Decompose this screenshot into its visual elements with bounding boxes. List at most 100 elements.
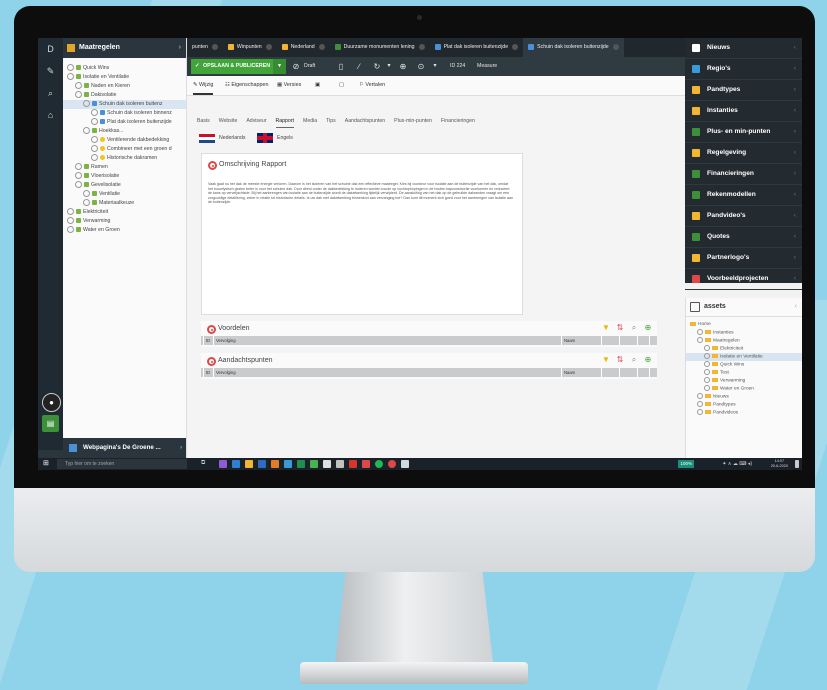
windows-start-icon[interactable]: ⊞ (43, 460, 51, 468)
task-view-icon[interactable]: ⧉ (201, 460, 209, 468)
tree-node[interactable]: Verwarming (63, 217, 186, 226)
right-panel-item[interactable]: Rekenmodellen ‹ (685, 185, 802, 206)
content-tab[interactable]: Plus-min-punten (394, 115, 432, 127)
battery-badge[interactable]: 100% (678, 460, 694, 468)
right-panel-item[interactable]: Regio's ‹ (685, 59, 802, 80)
arrow-left-icon[interactable]: ‹ (794, 122, 796, 142)
tree-node[interactable]: Schuin dak isoleren buitenz (63, 100, 186, 109)
tools-icon[interactable]: ✎ (38, 60, 63, 82)
expand-toggle-icon[interactable] (75, 163, 82, 171)
search-icon[interactable]: ⌕ (629, 355, 639, 365)
column-id[interactable]: ID (203, 368, 210, 377)
tree-node[interactable]: Materiaalkeuze (63, 199, 186, 208)
tree-node[interactable]: Water en Groen (63, 226, 186, 235)
add-icon[interactable]: ⊕ (643, 323, 653, 333)
asset-node[interactable]: Pandvideos (686, 409, 802, 417)
tree-node[interactable]: Naden en Kieren (63, 82, 186, 91)
tab-preview[interactable]: ▢ (339, 76, 344, 95)
tree-node[interactable]: Hoekkas... (63, 127, 186, 136)
chevron-down-icon[interactable]: ▾ (273, 59, 286, 74)
expand-toggle-icon[interactable] (704, 353, 710, 359)
app-icon[interactable] (271, 460, 279, 468)
asset-node[interactable]: Test (686, 369, 802, 377)
expand-toggle-icon[interactable] (83, 127, 90, 135)
expand-toggle-icon[interactable] (91, 118, 98, 126)
search-icon[interactable]: ⌕ (629, 323, 639, 333)
editor-tab[interactable]: Nederland (277, 38, 330, 57)
grid-icon[interactable]: ▤ (42, 415, 59, 432)
tree-node[interactable]: Elektriciteit (63, 208, 186, 217)
asset-node[interactable]: Pandtypes (686, 401, 802, 409)
content-tab[interactable]: Basis (197, 115, 210, 127)
chevron-down-icon[interactable]: ▾ (383, 59, 395, 74)
expand-toggle-icon[interactable] (75, 82, 82, 90)
tree-footer[interactable]: Webpagina's De Groene ... › (63, 438, 186, 458)
close-tab-icon[interactable] (318, 43, 325, 50)
expand-toggle-icon[interactable] (67, 208, 74, 216)
arrow-left-icon[interactable]: ‹ (794, 185, 796, 205)
arrow-left-icon[interactable]: ‹ (794, 101, 796, 121)
right-panel-item[interactable]: Plus- en min-punten ‹ (685, 122, 802, 143)
close-tab-icon[interactable] (418, 43, 425, 50)
add-icon[interactable]: ⊕ (397, 59, 409, 74)
arrow-left-icon[interactable]: ‹ (794, 38, 796, 58)
spotify-icon[interactable] (375, 460, 383, 468)
arrow-right-icon[interactable]: › (179, 38, 181, 58)
filter-icon[interactable]: ▼ (601, 355, 611, 365)
asset-node[interactable]: Instanties (686, 329, 802, 337)
column-vervolging[interactable]: Vervolging (213, 368, 236, 377)
history-icon[interactable]: ⊙ (415, 59, 427, 74)
tab-versies[interactable]: ▦ Versies (277, 76, 301, 95)
app-icon[interactable] (219, 460, 227, 468)
close-tab-icon[interactable] (265, 43, 272, 50)
tree-node[interactable]: Ramen (63, 163, 186, 172)
expand-toggle-icon[interactable] (83, 199, 90, 207)
app-icon[interactable] (362, 460, 370, 468)
app-icon[interactable] (258, 460, 266, 468)
asset-node[interactable]: Verwarming (686, 377, 802, 385)
right-panel-item[interactable]: Nieuws ‹ (685, 38, 802, 59)
column-id[interactable]: ID (203, 336, 210, 345)
sort-icon[interactable]: ⇅ (615, 323, 625, 333)
language-en[interactable]: Engels (255, 132, 293, 144)
expand-toggle-icon[interactable] (91, 154, 98, 162)
content-tab[interactable]: Media (303, 115, 317, 127)
column-naam[interactable]: Naam (561, 336, 575, 345)
language-nl[interactable]: Nederlands (197, 132, 246, 144)
tree-node[interactable]: Quick Wins (63, 64, 186, 73)
arrow-left-icon[interactable]: ‹ (794, 143, 796, 163)
tree-node[interactable]: Schuin dak isoleren binnenz (63, 109, 186, 118)
expand-toggle-icon[interactable] (75, 181, 82, 189)
tree-node[interactable]: Historische dakramen (63, 154, 186, 163)
asset-node[interactable]: Water en Groen (686, 385, 802, 393)
column-vervolging[interactable]: Vervolging (213, 336, 236, 345)
arrow-left-icon[interactable]: ‹ (795, 298, 797, 316)
arrow-left-icon[interactable]: ‹ (794, 206, 796, 226)
save-publish-button[interactable]: ✓ OPSLAAN & PUBLICEREN ▾ (191, 59, 286, 74)
app-icon[interactable] (336, 460, 344, 468)
draft-label[interactable]: Draft (304, 59, 315, 74)
arrow-left-icon[interactable]: ‹ (794, 59, 796, 79)
content-tab[interactable]: Tips (326, 115, 336, 127)
refresh-icon[interactable]: ↻ (371, 59, 383, 74)
expand-toggle-icon[interactable] (697, 337, 703, 343)
content-icon[interactable]: D (38, 38, 63, 60)
arrow-left-icon[interactable]: ‹ (794, 227, 796, 247)
delete-icon[interactable]: ▯ (335, 59, 347, 74)
right-panel-item[interactable]: Quotes ‹ (685, 227, 802, 248)
asset-node[interactable]: Maatregelen (686, 337, 802, 345)
close-tab-icon[interactable] (612, 43, 619, 50)
app-icon[interactable] (310, 460, 318, 468)
arrow-right-icon[interactable]: › (180, 438, 182, 458)
arrow-left-icon[interactable]: ‹ (794, 248, 796, 268)
asset-node[interactable]: Elektriciteit (686, 345, 802, 353)
editor-tab[interactable]: Schuin dak isoleren buitenzijde (523, 38, 624, 57)
editor-tab[interactable]: Winpunten (223, 38, 277, 57)
expand-toggle-icon[interactable] (91, 136, 98, 144)
tree-node[interactable]: Isolatie en Ventilatie (63, 73, 186, 82)
expand-toggle-icon[interactable] (704, 385, 710, 391)
tree-node[interactable]: Plat dak isoleren buitenzijde (63, 118, 186, 127)
panel-body-text[interactable]: Vaak gaat nu het dak de meeste energie v… (208, 182, 514, 205)
app-icon[interactable] (297, 460, 305, 468)
expand-toggle-icon[interactable] (91, 145, 98, 153)
